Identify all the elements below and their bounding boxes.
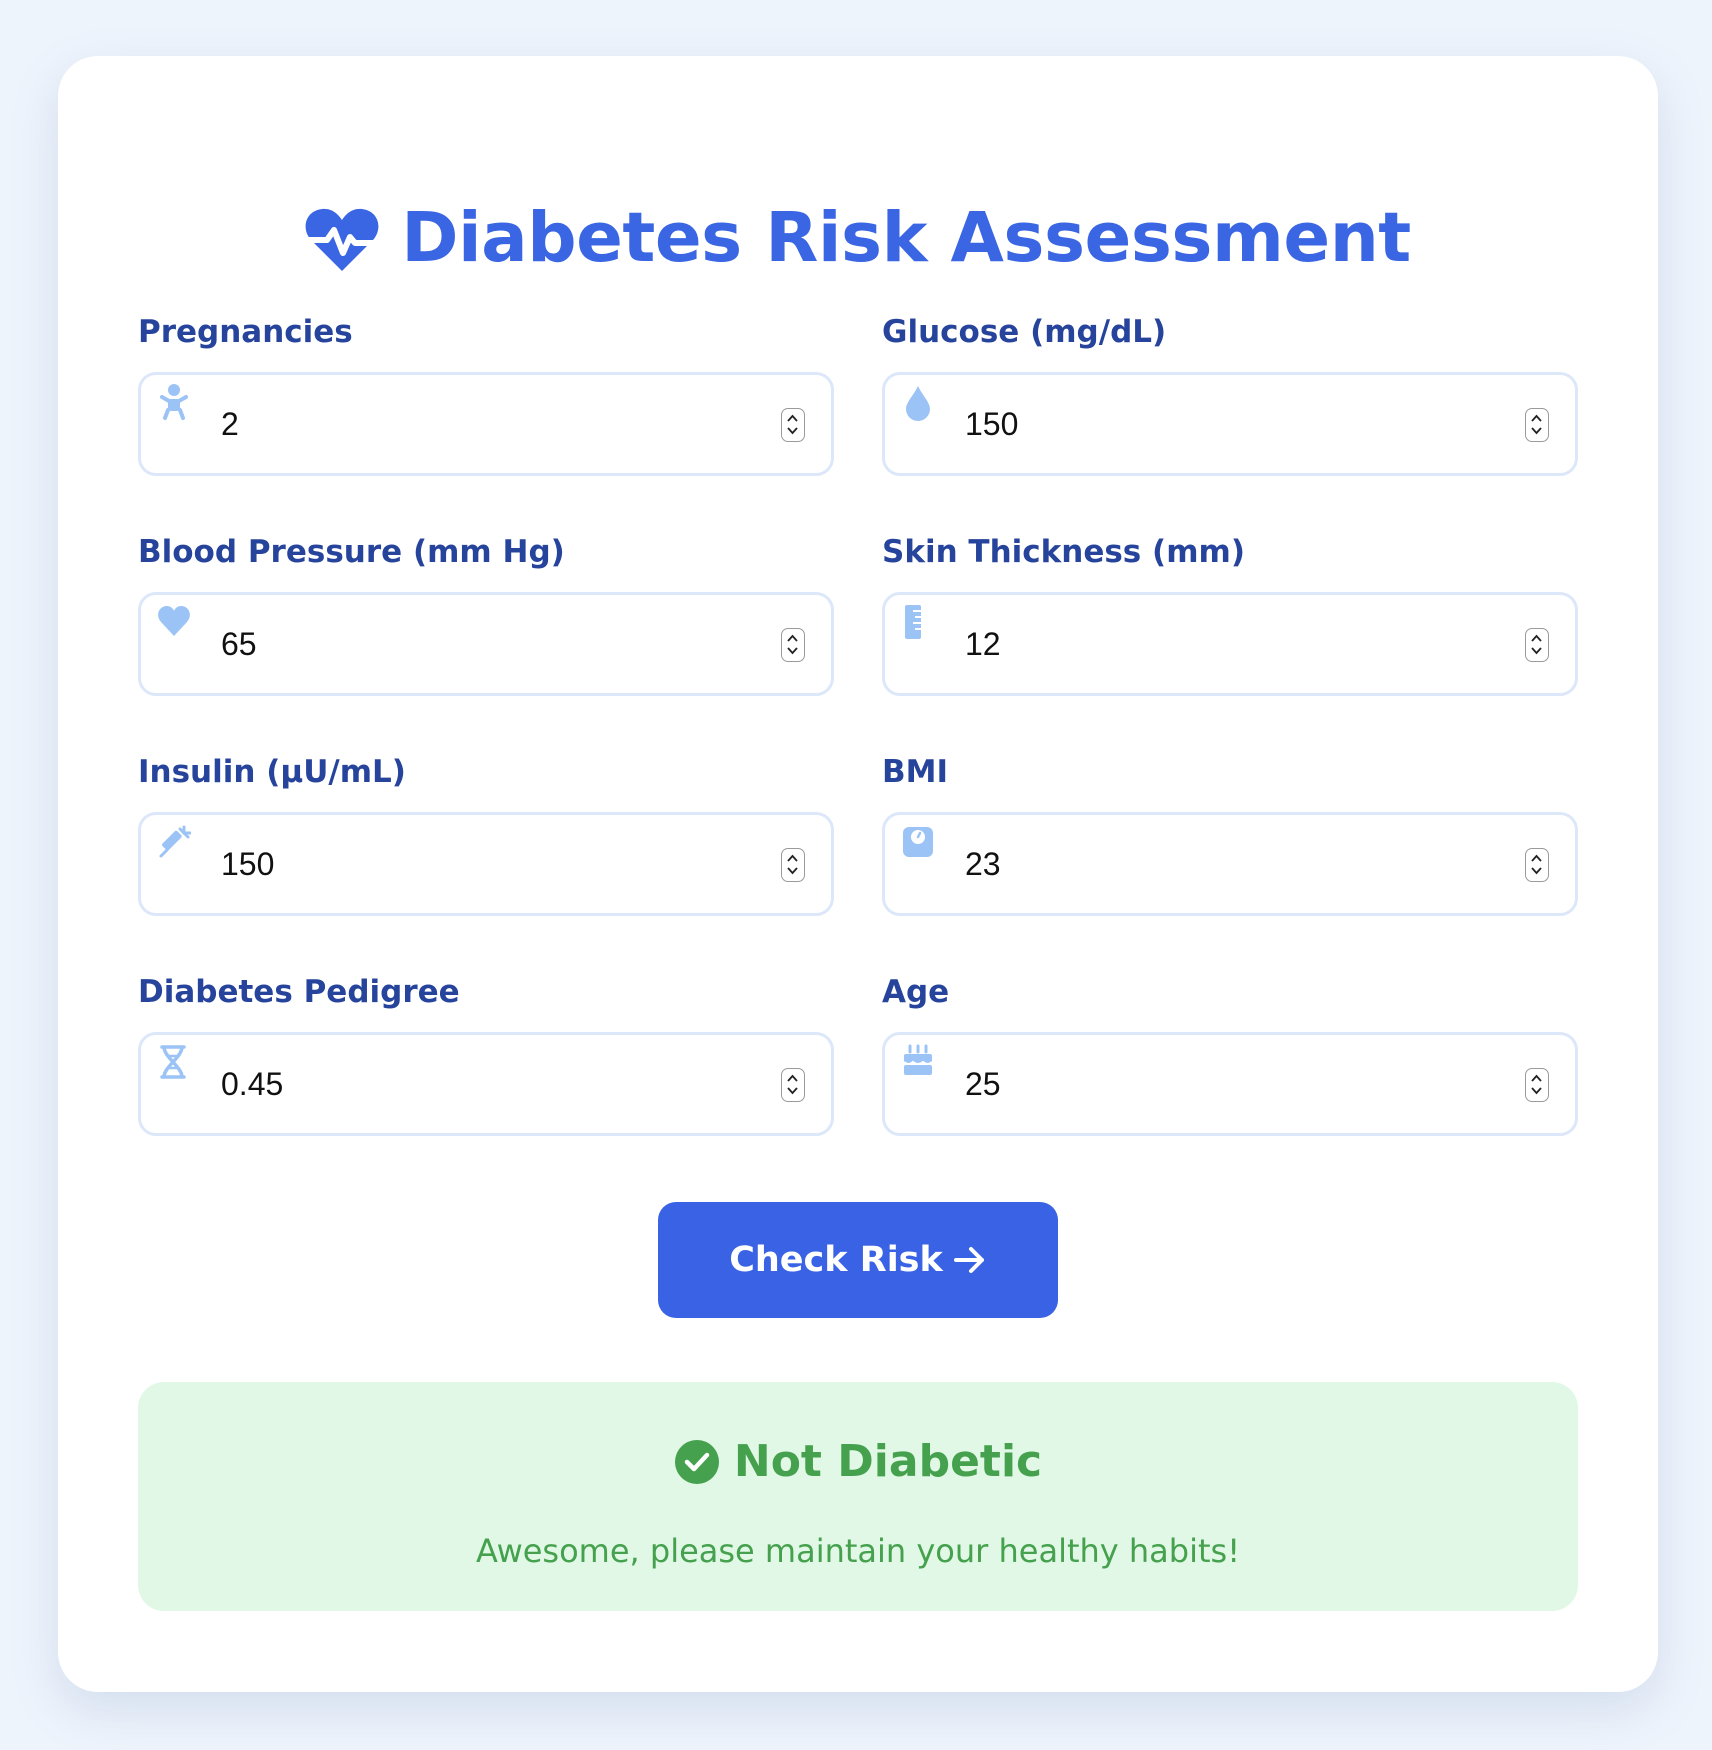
page-title-text: Diabetes Risk Assessment — [401, 198, 1411, 278]
dna-icon — [160, 1045, 186, 1079]
baby-icon — [160, 384, 188, 420]
diabetes-pedigree-input-box[interactable] — [138, 1032, 834, 1136]
field-glucose: Glucose (mg/dL) — [882, 310, 1578, 476]
pregnancies-label: Pregnancies — [138, 314, 353, 350]
skin-thickness-label: Skin Thickness (mm) — [882, 534, 1245, 570]
age-input[interactable] — [965, 1035, 1485, 1133]
assessment-card: Diabetes Risk Assessment Pregnancies Glu… — [58, 56, 1658, 1692]
pregnancies-input[interactable] — [221, 375, 741, 473]
field-bmi: BMI — [882, 750, 1578, 916]
result-title-text: Not Diabetic — [733, 1436, 1043, 1487]
ruler-icon — [905, 605, 921, 639]
insulin-spinner[interactable] — [781, 848, 805, 882]
skin-thickness-input-box[interactable] — [882, 592, 1578, 696]
heart-icon — [158, 606, 190, 636]
blood-pressure-input-box[interactable] — [138, 592, 834, 696]
heartbeat-icon — [305, 208, 379, 271]
check-circle-icon — [674, 1439, 719, 1484]
result-message: Awesome, please maintain your healthy ha… — [475, 1532, 1241, 1570]
pregnancies-spinner[interactable] — [781, 408, 805, 442]
glucose-input-box[interactable] — [882, 372, 1578, 476]
field-blood-pressure: Blood Pressure (mm Hg) — [138, 530, 834, 696]
result-title: Not Diabetic — [138, 1436, 1578, 1487]
blood-pressure-label: Blood Pressure (mm Hg) — [138, 534, 565, 570]
field-skin-thickness: Skin Thickness (mm) — [882, 530, 1578, 696]
result-panel: Not Diabetic Awesome, please maintain yo… — [138, 1382, 1578, 1611]
age-input-box[interactable] — [882, 1032, 1578, 1136]
diabetes-pedigree-label: Diabetes Pedigree — [138, 974, 460, 1010]
pregnancies-input-box[interactable] — [138, 372, 834, 476]
blood-pressure-input[interactable] — [221, 595, 741, 693]
check-risk-button-label: Check Risk — [729, 1240, 943, 1280]
droplet-icon — [906, 386, 930, 421]
bmi-input[interactable] — [965, 815, 1485, 913]
bmi-label: BMI — [882, 754, 949, 790]
insulin-input-box[interactable] — [138, 812, 834, 916]
age-spinner[interactable] — [1525, 1068, 1549, 1102]
field-insulin: Insulin (µU/mL) — [138, 750, 834, 916]
blood-pressure-spinner[interactable] — [781, 628, 805, 662]
diabetes-pedigree-spinner[interactable] — [781, 1068, 805, 1102]
skin-thickness-input[interactable] — [965, 595, 1485, 693]
skin-thickness-spinner[interactable] — [1525, 628, 1549, 662]
insulin-label: Insulin (µU/mL) — [138, 754, 406, 790]
birthday-cake-icon — [903, 1044, 933, 1075]
insulin-input[interactable] — [221, 815, 741, 913]
diabetes-pedigree-input[interactable] — [221, 1035, 741, 1133]
field-pregnancies: Pregnancies — [138, 310, 834, 476]
check-risk-button[interactable]: Check Risk — [658, 1202, 1058, 1318]
glucose-input[interactable] — [965, 375, 1485, 473]
weight-scale-icon — [903, 827, 933, 857]
age-label: Age — [882, 974, 950, 1010]
page-title: Diabetes Risk Assessment — [58, 198, 1658, 278]
bmi-input-box[interactable] — [882, 812, 1578, 916]
glucose-spinner[interactable] — [1525, 408, 1549, 442]
field-diabetes-pedigree: Diabetes Pedigree — [138, 970, 834, 1136]
bmi-spinner[interactable] — [1525, 848, 1549, 882]
glucose-label: Glucose (mg/dL) — [882, 314, 1167, 350]
field-age: Age — [882, 970, 1578, 1136]
syringe-icon — [159, 825, 191, 858]
arrow-right-icon — [953, 1247, 984, 1273]
